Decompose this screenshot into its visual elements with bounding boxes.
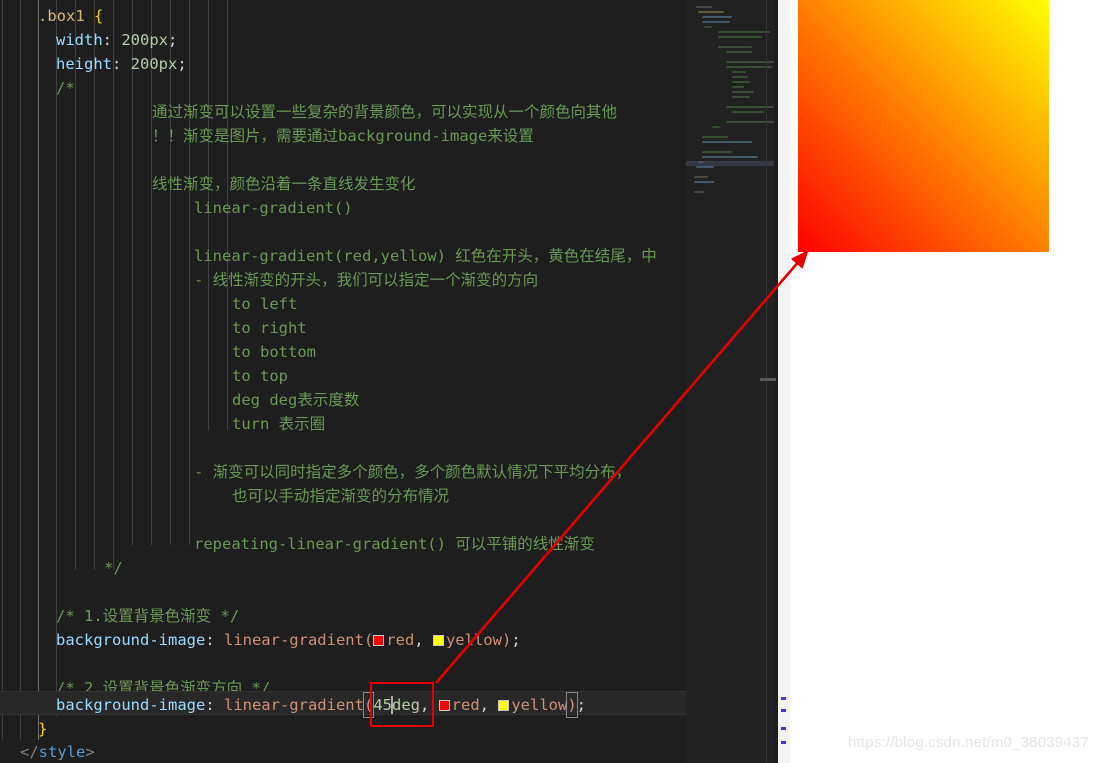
code-token: { [94, 7, 104, 25]
vertical-scrollbar-track[interactable] [778, 0, 790, 763]
code-token: : [205, 696, 224, 714]
code-line[interactable]: turn 表示圈 [0, 412, 325, 436]
code-token: linear-gradient(red,yellow) 红色在开头，黄色在结尾，… [194, 247, 657, 265]
css-function: linear-gradient [223, 696, 364, 714]
code-token: : [205, 631, 224, 649]
html-tag-name: style [38, 743, 86, 761]
code-token: turn 表示圈 [232, 415, 326, 433]
code-line[interactable]: 线性渐变，颜色沿着一条直线发生变化 [0, 172, 416, 196]
code-line[interactable]: 也可以手动指定渐变的分布情况 [0, 484, 449, 508]
css-color-value: red [386, 631, 415, 649]
code-token: ; [177, 55, 187, 73]
code-line[interactable] [0, 220, 203, 244]
code-token: deg deg表示度数 [232, 391, 360, 409]
code-token: , [479, 696, 499, 714]
code-token: 200px [130, 55, 178, 73]
code-line[interactable]: /* 1.设置背景色渐变 */ [0, 604, 239, 628]
overview-ruler-mark [781, 727, 786, 730]
code-line[interactable]: - 线性渐变的开头，我们可以指定一个渐变的方向 [0, 268, 538, 292]
screenshot-root: .box1 {width: 200px; height: 200px;/* 通过渐变… [0, 0, 1104, 763]
code-token: 通过渐变可以设置一些复杂的背景颜色，可以实现从一个颜色向其他 [152, 103, 618, 121]
code-token: ; [576, 696, 587, 714]
code-token: height [56, 55, 112, 73]
code-token: : [102, 31, 122, 49]
code-line[interactable]: linear-gradient(red,yellow) 红色在开头，黄色在结尾，… [0, 244, 657, 268]
code-token: /* [56, 79, 75, 97]
code-line[interactable]: ！！渐变是图片，需要通过background-image来设置 [0, 124, 534, 148]
code-token: : [112, 55, 131, 73]
code-token: 线性渐变，颜色沿着一条直线发生变化 [152, 175, 416, 193]
minimap-slider[interactable] [686, 0, 774, 763]
browser-preview-pane [790, 0, 1104, 763]
code-token: ; [168, 31, 178, 49]
code-token: repeating-linear-gradient() 可以平铺的线性渐变 [194, 535, 595, 553]
horizontal-scrollbar-thumb[interactable] [760, 378, 776, 381]
code-line[interactable]: deg deg表示度数 [0, 388, 359, 412]
code-line[interactable]: /* [0, 76, 75, 100]
code-line[interactable]: 通过渐变可以设置一些复杂的背景颜色，可以实现从一个颜色向其他 [0, 100, 617, 124]
css-color-value: red [451, 696, 480, 714]
code-line[interactable]: repeating-linear-gradient() 可以平铺的线性渐变 [0, 532, 595, 556]
code-token: to top [232, 367, 288, 385]
overview-ruler-mark [781, 697, 786, 700]
code-token: ！！渐变是图片，需要通过background-image来设置 [152, 127, 534, 145]
code-token: - 渐变可以同时指定多个颜色，多个颜色默认情况下平均分布， [194, 463, 632, 481]
css-color-value: yellow [445, 631, 502, 649]
overview-ruler-mark [781, 741, 786, 744]
color-swatch-yellow[interactable] [432, 635, 444, 646]
code-line[interactable]: width: 200px; [0, 28, 177, 52]
code-token: } [38, 720, 48, 738]
code-token: ) [501, 631, 512, 649]
color-swatch-red[interactable] [373, 635, 385, 646]
code-line[interactable]: */ [0, 556, 123, 580]
code-line-background-image-1[interactable]: background-image: linear-gradient( red, y… [0, 628, 521, 652]
code-token: */ [104, 559, 123, 577]
code-line[interactable] [0, 436, 203, 460]
code-line[interactable] [0, 148, 161, 172]
code-line[interactable] [0, 508, 203, 532]
overview-ruler-mark [781, 709, 786, 712]
gradient-preview-box [798, 0, 1049, 252]
code-line[interactable]: to right [0, 316, 307, 340]
code-line[interactable]: to top [0, 364, 288, 388]
code-token: 200px [121, 31, 169, 49]
code-line-closing-brace[interactable]: } [0, 717, 47, 741]
code-token: /* 1.设置背景色渐变 */ [56, 607, 240, 625]
code-token: 也可以手动指定渐变的分布情况 [232, 487, 450, 505]
code-token: > [85, 743, 95, 761]
color-swatch-red[interactable] [438, 700, 450, 711]
code-line[interactable]: .box1 { [0, 4, 103, 28]
code-token: to bottom [232, 343, 316, 361]
code-token: to left [232, 295, 298, 313]
css-property: background-image [56, 696, 206, 714]
code-line[interactable]: to bottom [0, 340, 316, 364]
code-token: , [414, 631, 433, 649]
css-property: background-image [56, 631, 206, 649]
code-token: to right [232, 319, 307, 337]
code-token: - 线性渐变的开头，我们可以指定一个渐变的方向 [194, 271, 539, 289]
annotation-highlight-box [370, 682, 434, 727]
code-token: width [56, 31, 103, 49]
code-line[interactable] [0, 580, 65, 604]
color-swatch-yellow[interactable] [498, 700, 510, 711]
code-line[interactable]: height: 200px; [0, 52, 187, 76]
css-color-value: yellow [511, 696, 568, 714]
code-line-background-image-2[interactable]: background-image: linear-gradient(45deg,… [0, 692, 587, 718]
code-editor-pane[interactable]: .box1 {width: 200px; height: 200px;/* 通过渐变… [0, 0, 686, 763]
code-token: .box1 [38, 7, 85, 25]
code-line[interactable]: - 渐变可以同时指定多个颜色，多个颜色默认情况下平均分布， [0, 460, 631, 484]
code-token: linear-gradient() [194, 199, 353, 217]
code-line[interactable]: linear-gradient() [0, 196, 353, 220]
code-lines-container[interactable]: .box1 {width: 200px; height: 200px;/* 通过渐变… [0, 0, 686, 763]
css-function: linear-gradient( [223, 631, 374, 649]
code-token: </ [20, 743, 39, 761]
code-line[interactable]: to left [0, 292, 297, 316]
code-token: ; [511, 631, 521, 649]
code-line-style-close-tag[interactable]: </style> [0, 740, 95, 763]
watermark-url: https://blog.csdn.net/m0_38039437 [848, 734, 1089, 751]
